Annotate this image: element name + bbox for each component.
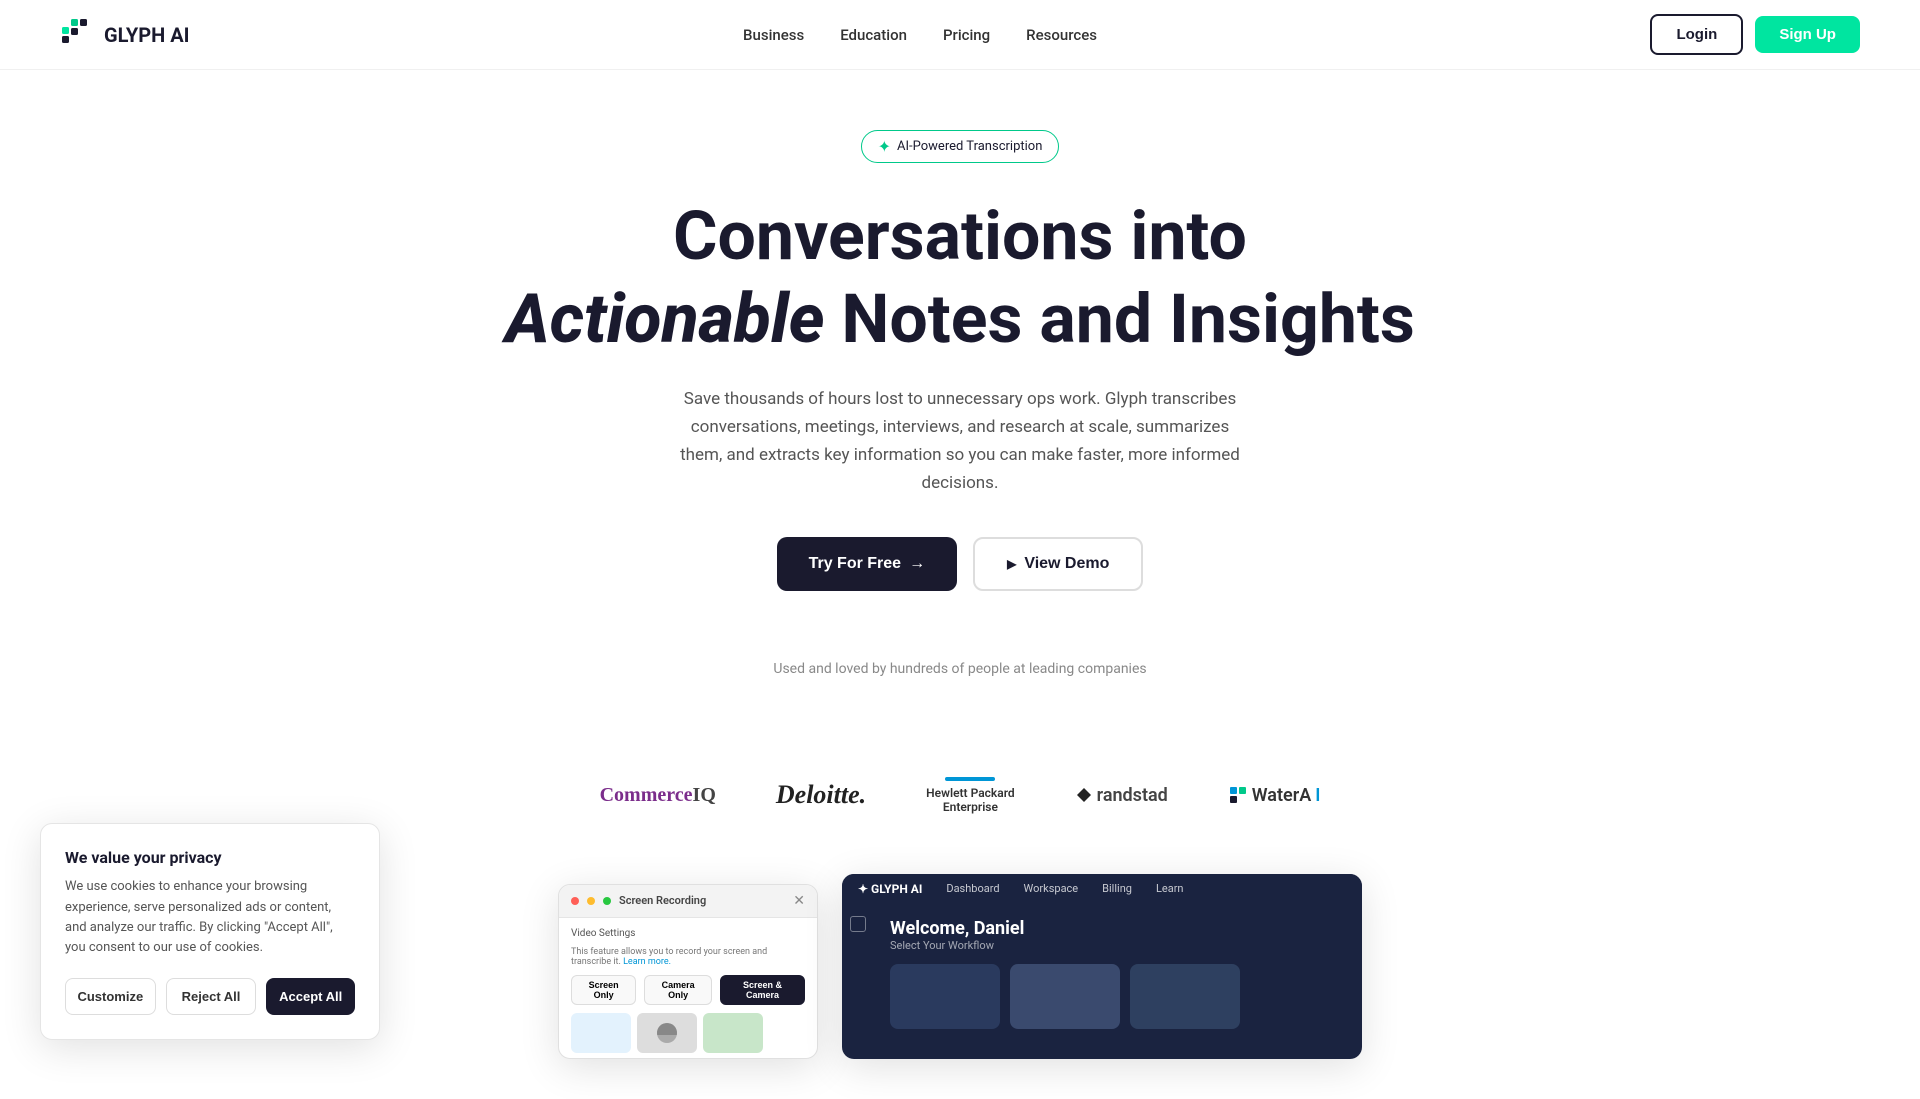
dashboard-welcome: Welcome, Daniel xyxy=(890,918,1240,939)
nav-education[interactable]: Education xyxy=(840,26,907,44)
mock-video-2 xyxy=(637,1013,697,1053)
hero-subtext: Save thousands of hours lost to unnecess… xyxy=(680,385,1240,497)
trusted-text: Used and loved by hundreds of people at … xyxy=(773,661,1146,677)
hero-headline-bold: Actionable xyxy=(505,279,824,359)
dashboard-nav-learn: Learn xyxy=(1156,882,1184,895)
logo-text: GLYPH AI xyxy=(104,23,190,47)
cookie-text: We use cookies to enhance your browsing … xyxy=(65,877,355,958)
hero-headline-rest: Notes and Insights xyxy=(825,279,1415,359)
mock-close-icon[interactable]: ✕ xyxy=(793,893,805,909)
dashboard-content: Welcome, Daniel Select Your Workflow xyxy=(874,904,1256,1043)
mock-header: Screen Recording ✕ xyxy=(559,885,817,918)
cookie-reject-button[interactable]: Reject All xyxy=(166,978,257,1015)
hero-buttons: Try For Free View Demo xyxy=(777,537,1144,591)
hero-section: ✦ AI-Powered Transcription Conversations… xyxy=(0,0,1920,777)
mock-title: Screen Recording xyxy=(619,894,706,907)
screen-recording-card: Screen Recording ✕ Video Settings This f… xyxy=(558,884,818,1059)
dashboard-nav: ✦ GLYPH AI Dashboard Workspace Billing L… xyxy=(842,874,1362,904)
logo-commerceiq: CommerceIQ xyxy=(600,784,716,807)
nav-actions: Login Sign Up xyxy=(1650,14,1860,55)
sidebar-icon xyxy=(850,916,866,932)
login-button[interactable]: Login xyxy=(1650,14,1743,55)
logo[interactable]: GLYPH AI xyxy=(60,17,190,53)
dashboard-nav-billing: Billing xyxy=(1102,882,1132,895)
dashboard-nav-dashboard: Dashboard xyxy=(946,882,999,895)
cookie-customize-button[interactable]: Customize xyxy=(65,978,156,1015)
dashboard-nav-workspace: Workspace xyxy=(1024,882,1079,895)
dashboard-workflow-cards xyxy=(890,964,1240,1029)
hero-badge-text: AI-Powered Transcription xyxy=(897,139,1042,154)
mock-video-row xyxy=(571,1013,805,1053)
nav-pricing[interactable]: Pricing xyxy=(943,26,990,44)
mock-toggle-row: Screen Only Camera Only Screen & Camera xyxy=(571,975,805,1005)
cookie-buttons: Customize Reject All Accept All xyxy=(65,978,355,1015)
dashboard-card: ✦ GLYPH AI Dashboard Workspace Billing L… xyxy=(842,874,1362,1059)
badge-plus-icon: ✦ xyxy=(878,137,891,156)
dashboard-sidebar xyxy=(842,904,874,1043)
dashboard-logo: ✦ GLYPH AI xyxy=(858,882,922,896)
mock-video-1 xyxy=(571,1013,631,1053)
hero-headline-line1: Conversations into xyxy=(673,199,1247,274)
logo-waterai: WaterAI xyxy=(1228,785,1321,806)
cookie-title: We value your privacy xyxy=(65,848,355,867)
logo-hp: Hewlett PackardEnterprise xyxy=(926,777,1015,814)
cookie-banner: We value your privacy We use cookies to … xyxy=(40,823,380,1040)
signup-button[interactable]: Sign Up xyxy=(1755,16,1860,53)
logo-deloitte: Deloitte. xyxy=(776,780,866,810)
nav-resources[interactable]: Resources xyxy=(1026,26,1097,44)
cookie-accept-button[interactable]: Accept All xyxy=(266,978,355,1015)
workflow-card-2[interactable] xyxy=(1010,964,1120,1029)
logo-randstad: randstad xyxy=(1075,785,1168,806)
hero-headline-line2: Actionable Notes and Insights xyxy=(505,282,1415,357)
navbar: GLYPH AI Business Education Pricing Reso… xyxy=(0,0,1920,70)
toggle-camera-only[interactable]: Camera Only xyxy=(644,975,712,1005)
hero-badge: ✦ AI-Powered Transcription xyxy=(861,130,1060,163)
workflow-card-1[interactable] xyxy=(890,964,1000,1029)
toggle-screen-only[interactable]: Screen Only xyxy=(571,975,636,1005)
try-free-button[interactable]: Try For Free xyxy=(777,537,957,591)
view-demo-button[interactable]: View Demo xyxy=(973,537,1143,591)
mock-video-3 xyxy=(703,1013,763,1053)
toggle-screen-camera[interactable]: Screen & Camera xyxy=(720,975,805,1005)
nav-links: Business Education Pricing Resources xyxy=(743,26,1097,44)
dashboard-body: Welcome, Daniel Select Your Workflow xyxy=(842,904,1362,1043)
mock-body: Video Settings This feature allows you t… xyxy=(559,918,817,1059)
workflow-card-3[interactable] xyxy=(1130,964,1240,1029)
mock-setting-label: Video Settings xyxy=(571,928,635,939)
nav-business[interactable]: Business xyxy=(743,26,804,44)
dashboard-subtitle: Select Your Workflow xyxy=(890,939,1240,952)
